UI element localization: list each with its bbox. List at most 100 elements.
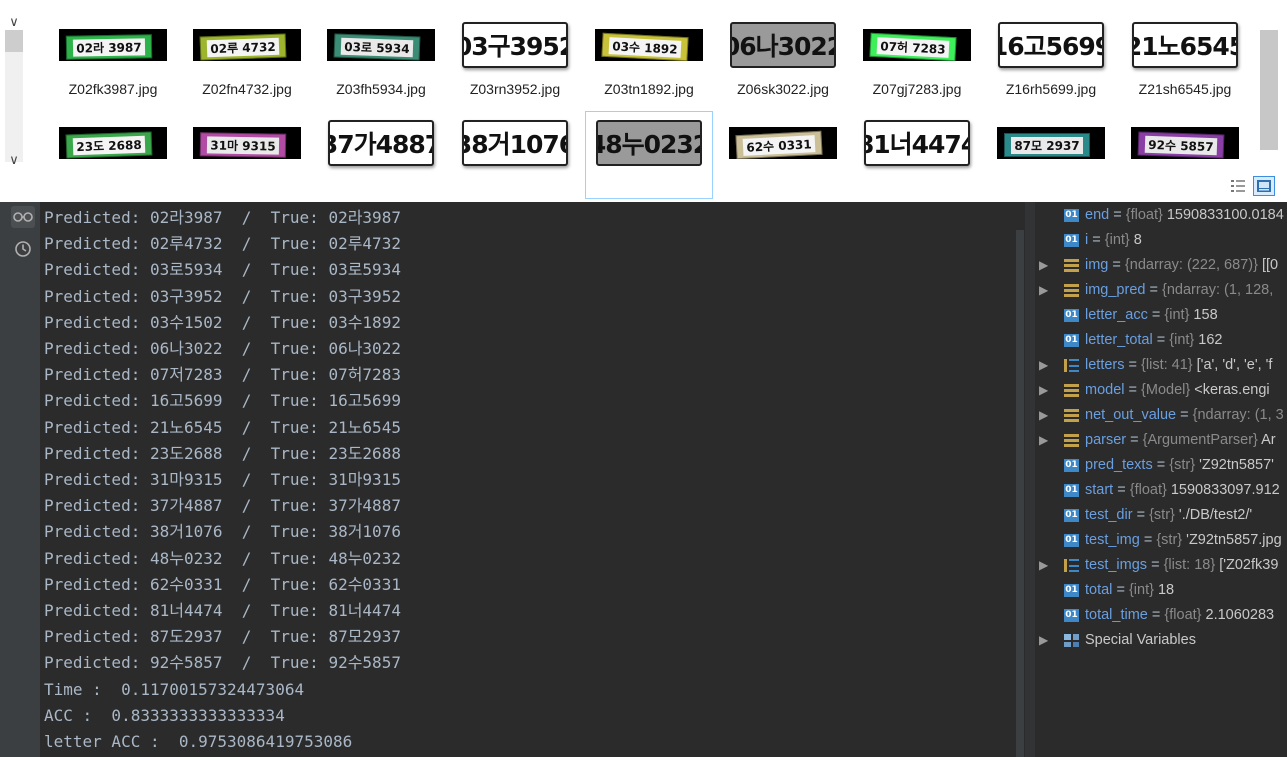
thumbnail-image: 87모 2937	[988, 112, 1114, 174]
expand-arrow-icon[interactable]: ▶	[1039, 278, 1051, 303]
license-plate-image: 37가4887	[328, 120, 434, 166]
thumbnail-item[interactable]: 81너4474	[854, 112, 980, 198]
history-clock-icon[interactable]	[11, 238, 35, 260]
thumbnail-item[interactable]: 02루 4732 Z02fn4732.jpg	[184, 14, 310, 100]
expand-arrow-icon[interactable]: ▶	[1039, 428, 1051, 453]
license-plate-image: 92수 5857	[1131, 127, 1239, 159]
variable-name: net_out_value	[1085, 407, 1177, 423]
variable-row[interactable]: ▶ img = {ndarray: (222, 687)} [[0	[1035, 253, 1287, 278]
expand-arrow-icon[interactable]: ▶	[1039, 378, 1051, 403]
variable-type: {int}	[1164, 307, 1190, 323]
variable-value: 158	[1189, 307, 1218, 323]
array-icon	[1064, 284, 1079, 297]
console-output[interactable]: Predicted: 02라3987 / True: 02라3987 Predic…	[40, 202, 1015, 757]
scroll-thumb[interactable]	[5, 30, 23, 52]
variable-value: Ar	[1257, 432, 1276, 448]
variable-value: 162	[1194, 332, 1223, 348]
thumbnail-item[interactable]: 02라 3987 Z02fk3987.jpg	[50, 14, 176, 100]
variable-row[interactable]: ▶ model = {Model} <keras.engi	[1035, 378, 1287, 403]
variable-row[interactable]: ▶ Special Variables	[1035, 628, 1287, 653]
thumbnail-item[interactable]: 03구3952 Z03rn3952.jpg	[452, 14, 578, 100]
console-line: Predicted: 81너4474 / True: 81너4474	[44, 601, 401, 620]
variable-row[interactable]: 01 i = {int} 8	[1035, 228, 1287, 253]
scroll-down-icon[interactable]: ∨	[0, 152, 28, 170]
thumbnail-item[interactable]: 21노6545 Z21sh6545.jpg	[1122, 14, 1248, 100]
glasses-icon[interactable]	[11, 206, 35, 228]
thumbnail-item[interactable]: 48누0232	[585, 111, 713, 199]
array-icon	[1064, 409, 1079, 422]
thumbnail-item[interactable]: 16고5699 Z16rh5699.jpg	[988, 14, 1114, 100]
variable-row[interactable]: 01 total_time = {float} 2.1060283	[1035, 603, 1287, 628]
details-view-icon[interactable]	[1227, 176, 1249, 196]
variable-row[interactable]: 01 test_dir = {str} './DB/test2/'	[1035, 503, 1287, 528]
console-line: Predicted: 21노6545 / True: 21노6545	[44, 417, 401, 437]
thumbnail-item[interactable]: 31마 9315	[184, 112, 310, 198]
expand-arrow-icon[interactable]: ▶	[1039, 628, 1051, 653]
expand-arrow-icon[interactable]: ▶	[1039, 553, 1051, 578]
variable-row[interactable]: ▶ img_pred = {ndarray: (1, 128,	[1035, 278, 1287, 303]
expand-arrow-icon[interactable]: ▶	[1039, 403, 1051, 428]
license-plate-image: 07허 7283	[863, 29, 971, 61]
int-icon: 01	[1064, 484, 1079, 497]
special-icon	[1064, 634, 1079, 647]
plate-text: 07허 7283	[876, 36, 950, 58]
large-icons-view-icon[interactable]	[1253, 176, 1275, 196]
thumbnail-item[interactable]: 62수 0331	[720, 112, 846, 198]
expand-arrow-icon[interactable]: ▶	[1039, 253, 1051, 278]
thumbnail-item[interactable]: 03수 1892 Z03tn1892.jpg	[586, 14, 712, 100]
int-icon: 01	[1064, 509, 1079, 522]
variable-row[interactable]: 01 letter_total = {int} 162	[1035, 328, 1287, 353]
variable-row[interactable]: 01 total = {int} 18	[1035, 578, 1287, 603]
plate-text: 87모 2937	[1011, 136, 1083, 154]
int-icon: 01	[1064, 459, 1079, 472]
variable-value: 2.1060283	[1201, 607, 1275, 623]
view-mode-toggle	[1227, 176, 1275, 198]
thumbnail-item[interactable]: 23도 2688	[50, 112, 176, 198]
thumbnail-filename: Z03tn1892.jpg	[604, 81, 694, 97]
plate-text: 23도 2688	[73, 135, 145, 155]
variable-row[interactable]: ▶ letters = {list: 41} ['a', 'd', 'e', 'f	[1035, 353, 1287, 378]
thumbnail-image: 92수 5857	[1122, 112, 1248, 174]
variable-row[interactable]: 01 start = {float} 1590833097.912	[1035, 478, 1287, 503]
thumbnail-item[interactable]: 37가4887	[318, 112, 444, 198]
thumbnail-image: 21노6545	[1122, 14, 1248, 76]
variable-row[interactable]: ▶ test_imgs = {list: 18} ['Z02fk39	[1035, 553, 1287, 578]
console-scrollbar[interactable]	[1015, 202, 1025, 757]
console-line: Predicted: 06나3022 / True: 06나3022	[44, 339, 401, 358]
variable-row[interactable]: 01 pred_texts = {str} 'Z92tn5857'	[1035, 453, 1287, 478]
explorer-scroll-thumb[interactable]	[1260, 30, 1278, 150]
thumbnail-item[interactable]: 87모 2937	[988, 112, 1114, 198]
thumbnail-image: 02라 3987	[50, 14, 176, 76]
variable-row[interactable]: 01 end = {float} 1590833100.0184	[1035, 203, 1287, 228]
variable-type: {str}	[1149, 507, 1175, 523]
variable-type: {ArgumentParser}	[1142, 432, 1258, 448]
thumbnail-image: 07허 7283	[854, 14, 980, 76]
thumbnail-item[interactable]: 07허 7283 Z07gj7283.jpg	[854, 14, 980, 100]
variable-name: total	[1085, 582, 1113, 598]
variable-type: {ndarray: (222, 687)}	[1124, 257, 1258, 273]
variable-type: {int}	[1128, 582, 1154, 598]
int-icon: 01	[1064, 609, 1079, 622]
variable-name: total_time	[1085, 607, 1148, 623]
thumbnail-filename: Z07gj7283.jpg	[872, 81, 962, 97]
thumbnail-item[interactable]: 38거1076	[452, 112, 578, 198]
variable-row[interactable]: ▶ parser = {ArgumentParser} Ar	[1035, 428, 1287, 453]
console-line: ACC : 0.8333333333333334	[44, 705, 285, 725]
thumbnail-item[interactable]: 03로 5934 Z03fh5934.jpg	[318, 14, 444, 100]
thumbnail-filename: Z02fk3987.jpg	[68, 81, 158, 97]
thumbnail-scrollbar[interactable]: ∨ ∨	[0, 14, 28, 174]
license-plate-image: 02루 4732	[193, 29, 301, 61]
variable-row[interactable]: ▶ net_out_value = {ndarray: (1, 3	[1035, 403, 1287, 428]
thumbnail-item[interactable]: 06나3022 Z06sk3022.jpg	[720, 14, 846, 100]
variable-row[interactable]: 01 letter_acc = {int} 158	[1035, 303, 1287, 328]
expand-arrow-icon[interactable]: ▶	[1039, 353, 1051, 378]
variable-value: 1590833097.912	[1166, 482, 1280, 498]
variable-name: letters	[1085, 357, 1125, 373]
pane-divider[interactable]	[1025, 202, 1035, 757]
variable-row[interactable]: 01 test_img = {str} 'Z92tn5857.jpg	[1035, 528, 1287, 553]
explorer-scrollbar[interactable]	[1258, 14, 1280, 174]
plate-text: 92수 5857	[1145, 135, 1217, 155]
license-plate-image: 48누0232	[596, 120, 702, 166]
thumbnail-image: 37가4887	[318, 112, 444, 174]
variable-name: start	[1085, 482, 1114, 498]
